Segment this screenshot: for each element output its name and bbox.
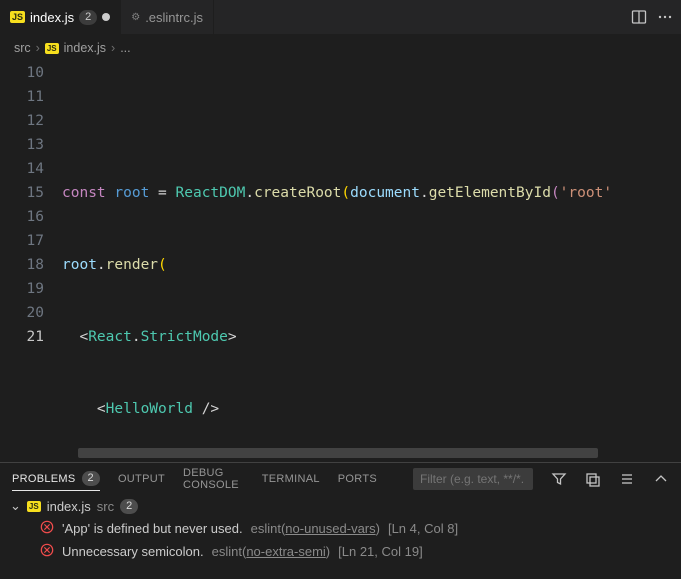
problem-location: [Ln 21, Col 19] — [338, 544, 423, 559]
panel-tab-ports[interactable]: PORTS — [338, 473, 377, 485]
tab-eslintrc[interactable]: ⚙ .eslintrc.js — [121, 0, 214, 34]
error-icon — [40, 520, 54, 537]
config-icon: ⚙ — [131, 12, 140, 23]
problem-message: 'App' is defined but never used. — [62, 521, 243, 536]
code-line: const root = ReactDOM.createRoot(documen… — [62, 181, 612, 205]
problem-message: Unnecessary semicolon. — [62, 544, 204, 559]
panel-tab-output[interactable]: OUTPUT — [118, 473, 165, 485]
problem-location: [Ln 4, Col 8] — [388, 521, 458, 536]
problem-item[interactable]: Unnecessary semicolon. eslint(no-extra-s… — [0, 540, 681, 563]
panel-tab-debug-console[interactable]: DEBUG CONSOLE — [183, 467, 244, 491]
editor-tabbar: JS index.js 2 ⚙ .eslintrc.js — [0, 0, 681, 35]
chevron-right-icon: › — [36, 41, 40, 55]
js-icon: JS — [45, 43, 59, 54]
collapse-all-icon[interactable] — [585, 471, 601, 487]
split-editor-icon[interactable] — [631, 9, 647, 25]
breadcrumb-seg[interactable]: index.js — [64, 41, 106, 55]
breadcrumb-tail[interactable]: ... — [120, 41, 130, 55]
tab-error-badge: 2 — [79, 10, 97, 25]
code-area[interactable]: const root = ReactDOM.createRoot(documen… — [62, 61, 612, 462]
tab-label: index.js — [30, 10, 74, 25]
bottom-panel: PROBLEMS 2 OUTPUT DEBUG CONSOLE TERMINAL… — [0, 462, 681, 579]
problems-count-badge: 2 — [82, 471, 100, 486]
problem-item[interactable]: 'App' is defined but never used. eslint(… — [0, 517, 681, 540]
tab-label: .eslintrc.js — [145, 10, 203, 25]
horizontal-scrollbar[interactable] — [78, 448, 598, 458]
panel-tab-terminal[interactable]: TERMINAL — [262, 473, 320, 485]
panel-tab-problems[interactable]: PROBLEMS 2 — [12, 471, 100, 491]
dirty-dot-icon — [102, 13, 110, 21]
problems-filter-input[interactable] — [413, 468, 533, 490]
problems-list: ⌄ JS index.js src 2 'App' is defined but… — [0, 495, 681, 579]
breadcrumb[interactable]: src › JS index.js › ... — [0, 35, 681, 61]
code-line: <React.StrictMode> — [62, 325, 612, 349]
file-problem-count: 2 — [120, 499, 138, 514]
line-number-gutter: 10 11 12 13 14 15 16 17 18 19 20 21 — [0, 61, 62, 462]
panel-tabbar: PROBLEMS 2 OUTPUT DEBUG CONSOLE TERMINAL… — [0, 463, 681, 495]
js-icon: JS — [10, 11, 25, 23]
problem-source: eslint(no-unused-vars) — [251, 521, 380, 536]
breadcrumb-seg[interactable]: src — [14, 41, 31, 55]
js-icon: JS — [27, 501, 41, 512]
code-line: <HelloWorld /> — [62, 397, 612, 421]
code-line: root.render( — [62, 253, 612, 277]
view-as-list-icon[interactable] — [619, 471, 635, 487]
problems-file-dir: src — [97, 499, 114, 514]
tab-index-js[interactable]: JS index.js 2 — [0, 0, 121, 34]
filter-icon[interactable] — [551, 471, 567, 487]
chevron-right-icon: › — [111, 41, 115, 55]
problems-file-row[interactable]: ⌄ JS index.js src 2 — [0, 495, 681, 517]
more-actions-icon[interactable] — [657, 9, 673, 25]
chevron-up-icon[interactable] — [653, 471, 669, 487]
error-icon — [40, 543, 54, 560]
code-editor[interactable]: 10 11 12 13 14 15 16 17 18 19 20 21 cons… — [0, 61, 681, 462]
problem-source: eslint(no-extra-semi) — [212, 544, 331, 559]
problems-file-name: index.js — [47, 499, 91, 514]
chevron-down-icon[interactable]: ⌄ — [10, 498, 21, 514]
code-line — [62, 109, 612, 133]
